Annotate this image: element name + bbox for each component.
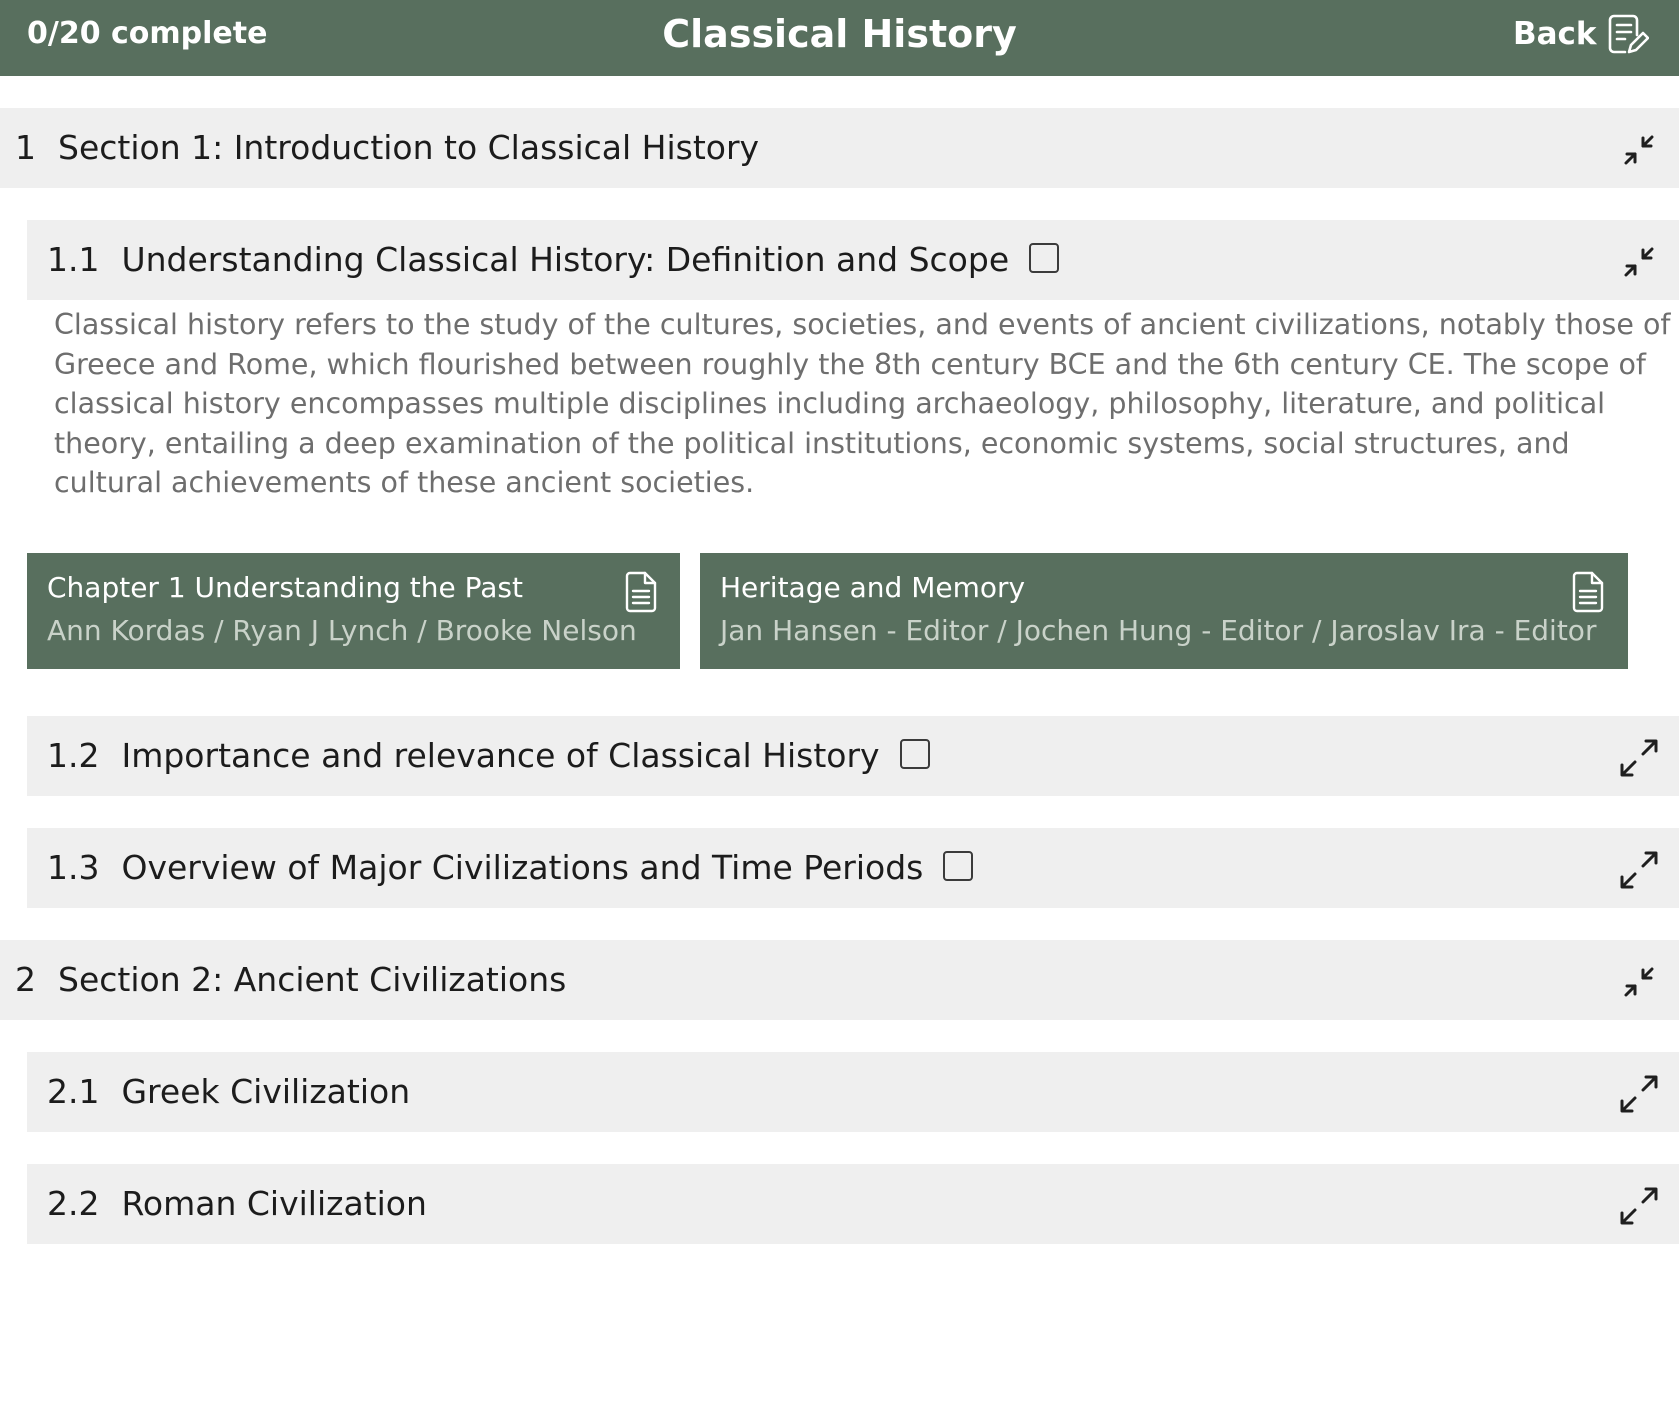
resource-card[interactable]: Chapter 1 Understanding the Past Ann Kor… (27, 553, 680, 669)
subsection-number: 1.2 (47, 736, 100, 775)
subsection-title: Overview of Major Civilizations and Time… (121, 848, 924, 887)
subsection-title: Understanding Classical History: Definit… (121, 240, 1010, 279)
resource-authors: Ann Kordas / Ryan J Lynch / Brooke Nelso… (47, 614, 637, 647)
subsection-2-2-header[interactable]: 2.2 Roman Civilization (27, 1164, 1679, 1244)
resource-card[interactable]: Heritage and Memory Jan Hansen - Editor … (700, 553, 1628, 669)
document-icon (625, 571, 657, 613)
document-icon (1572, 571, 1604, 613)
expand-icon[interactable] (1617, 736, 1661, 780)
expand-icon[interactable] (1617, 1072, 1661, 1116)
collapse-icon[interactable] (1617, 960, 1661, 1004)
subsection-number: 1.3 (47, 848, 100, 887)
completion-checkbox[interactable] (1029, 242, 1060, 273)
section-title: Section 1: Introduction to Classical His… (58, 128, 760, 167)
completion-checkbox[interactable] (943, 850, 974, 881)
collapse-icon[interactable] (1617, 128, 1661, 172)
expand-icon[interactable] (1617, 848, 1661, 892)
section-title: Section 2: Ancient Civilizations (58, 960, 567, 999)
section-1-header[interactable]: 1 Section 1: Introduction to Classical Hi… (0, 108, 1679, 188)
resource-title: Heritage and Memory (720, 571, 1026, 604)
subsection-1-2-header[interactable]: 1.2 Importance and relevance of Classical… (27, 716, 1679, 796)
subsection-number: 2.2 (47, 1184, 100, 1223)
collapse-icon[interactable] (1617, 240, 1661, 284)
notes-edit-icon[interactable] (1607, 13, 1649, 57)
back-button[interactable]: Back (1513, 16, 1597, 52)
page-title: Classical History (662, 12, 1017, 56)
subsection-1-3-header[interactable]: 1.3 Overview of Major Civilizations and T… (27, 828, 1679, 908)
section-2-header[interactable]: 2 Section 2: Ancient Civilizations (0, 940, 1679, 1020)
completion-checkbox[interactable] (899, 738, 930, 769)
section-number: 1 (15, 128, 36, 167)
subsection-number: 2.1 (47, 1072, 100, 1111)
subsection-title: Roman Civilization (121, 1184, 427, 1223)
subsection-title: Importance and relevance of Classical Hi… (121, 736, 880, 775)
subsection-number: 1.1 (47, 240, 100, 279)
subsection-description: Classical history refers to the study of… (54, 308, 1671, 499)
expand-icon[interactable] (1617, 1184, 1661, 1228)
subsection-title: Greek Civilization (121, 1072, 411, 1111)
subsection-2-1-header[interactable]: 2.1 Greek Civilization (27, 1052, 1679, 1132)
resource-authors: Jan Hansen - Editor / Jochen Hung - Edit… (720, 614, 1597, 647)
subsection-1-1-header[interactable]: 1.1 Understanding Classical History: Defi… (27, 220, 1679, 300)
top-bar: 0/20 complete Classical History Back (0, 0, 1679, 76)
section-number: 2 (15, 960, 36, 999)
resource-title: Chapter 1 Understanding the Past (47, 571, 523, 604)
